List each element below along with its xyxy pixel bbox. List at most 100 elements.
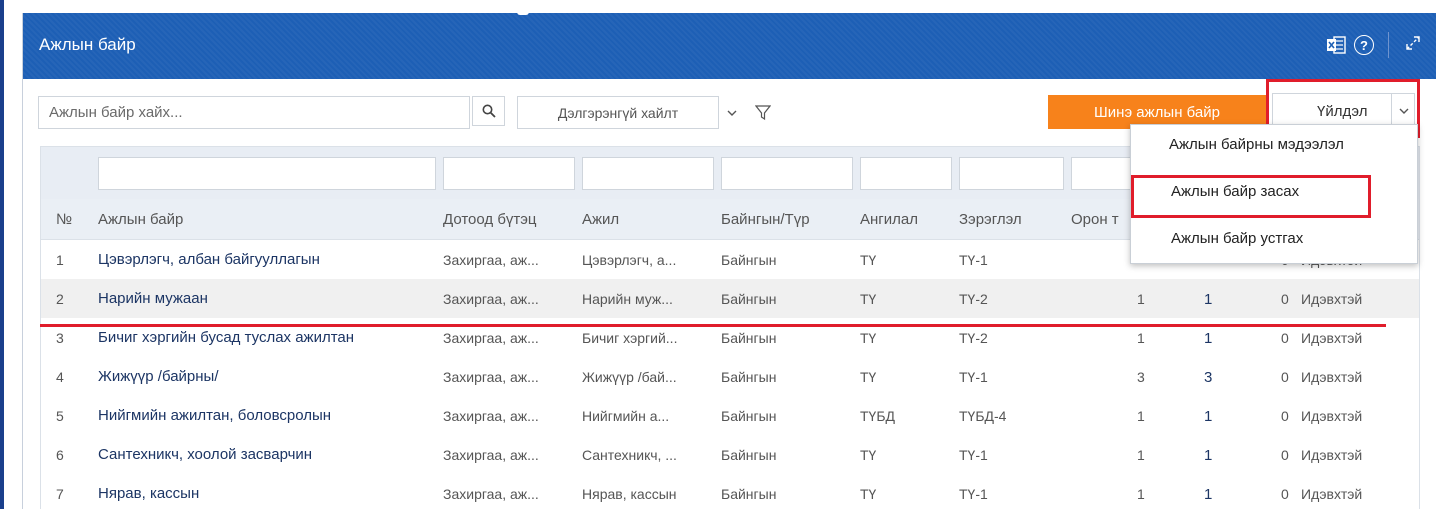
selected-row-underline [40,324,1386,327]
excel-export-icon[interactable] [1326,35,1346,55]
row-job: Сантехникч, ... [582,447,677,463]
search-icon [482,104,496,118]
row-status: Идэвхтэй [1301,408,1363,424]
row-filled: 1 [1204,330,1213,347]
menu-item-info[interactable]: Ажлын байрны мэдээлэл [1131,125,1417,165]
row-number: 1 [56,252,64,268]
row-level: ТҮ-1 [959,252,988,268]
row-type: Байнгын [721,330,777,346]
row-job: Нийгмийн а... [582,408,670,424]
help-icon[interactable]: ? [1354,35,1374,55]
row-status: Идэвхтэй [1301,369,1363,385]
job-search-input[interactable] [38,96,470,129]
table-row[interactable]: 4 Жижүүр /байрны/Захиргаа, аж... Жижүүр /б… [41,357,1419,397]
row-type: Байнгын [721,486,777,502]
row-unit: Захиргаа, аж... [443,408,539,424]
row-unit: Захиргаа, аж... [443,330,539,346]
row-positions: 1 [1137,330,1145,346]
row-level: ТҮ-2 [959,330,988,346]
table-row[interactable]: 2 Нарийн мужаан Захиргаа, аж... Нарийн муж.… [41,279,1419,319]
row-type: Байнгын [721,369,777,385]
search-button[interactable] [472,96,505,126]
col-type[interactable]: Байнгын/Түр [721,211,810,228]
row-positions: 1 [1137,291,1145,307]
row-vacant: 0 [1281,486,1289,502]
row-job: Нярав, кассын [582,486,677,502]
titlebar-icons: ? [1326,32,1423,58]
col-job-position[interactable]: Ажлын байр [98,211,183,228]
row-type: Байнгын [721,291,777,307]
row-job-name[interactable]: Нярав, кассын [98,485,438,502]
row-filled: 3 [1204,369,1213,386]
filter-name[interactable] [98,157,436,190]
advanced-search-button[interactable]: Дэлгэрэнгүй хайлт [517,96,719,129]
row-number: 5 [56,408,64,424]
menu-item-delete[interactable]: Ажлын байр устгах [1131,219,1417,259]
row-unit: Захиргаа, аж... [443,447,539,463]
row-category: ТҮБД [860,408,896,424]
row-status: Идэвхтэй [1301,330,1363,346]
app-frame: Ажлын байр ? Дэлгэрэнгүй хайлт [0,0,1436,509]
row-filled: 1 [1204,408,1213,425]
row-job-name[interactable]: Цэвэрлэгч, албан байгууллагын [98,251,438,268]
window-title: Ажлын байр [39,35,136,54]
row-unit: Захиргаа, аж... [443,291,539,307]
row-type: Байнгын [721,252,777,268]
window-titlebar: Ажлын байр ? [23,13,1436,79]
filter-category[interactable] [860,157,952,190]
col-job[interactable]: Ажил [582,211,619,228]
chevron-down-icon [727,110,737,116]
row-job-name[interactable]: Жижүүр /байрны/ [98,368,438,385]
row-number: 3 [56,330,64,346]
top-notch [517,9,529,15]
table-row[interactable]: 6 Сантехникч, хоолой засварчин Захиргаа, а… [41,435,1419,475]
row-category: ТҮ [860,330,877,346]
filter-button[interactable] [743,96,783,129]
col-category[interactable]: Ангилал [860,211,918,228]
filter-level[interactable] [959,157,1064,190]
left-edge-strip [0,0,4,509]
row-unit: Захиргаа, аж... [443,369,539,385]
filter-unit[interactable] [443,157,575,190]
row-vacant: 0 [1281,408,1289,424]
edit-highlight-box [1131,175,1371,218]
row-unit: Захиргаа, аж... [443,486,539,502]
col-number[interactable]: № [56,211,72,228]
table-row[interactable]: 5 Нийгмийн ажилтан, боловсролын Захиргаа, … [41,396,1419,436]
row-job-name[interactable]: Сантехникч, хоолой засварчин [98,446,438,463]
col-positions[interactable]: Орон т [1071,211,1119,228]
row-number: 2 [56,291,64,307]
row-level: ТҮ-1 [959,447,988,463]
row-number: 6 [56,447,64,463]
row-positions: 1 [1137,447,1145,463]
row-vacant: 0 [1281,447,1289,463]
row-status: Идэвхтэй [1301,447,1363,463]
filter-job[interactable] [582,157,714,190]
row-category: ТҮ [860,252,877,268]
row-positions: 3 [1137,369,1145,385]
row-type: Байнгын [721,447,777,463]
row-job-name[interactable]: Бичиг хэргийн бусад туслах ажилтан [98,329,438,346]
row-number: 7 [56,486,64,502]
row-job-name[interactable]: Нийгмийн ажилтан, боловсролын [98,407,438,424]
row-level: ТҮ-1 [959,486,988,502]
row-category: ТҮ [860,291,877,307]
col-level[interactable]: Зэрэглэл [959,211,1022,228]
row-positions: 1 [1137,408,1145,424]
row-filled: 1 [1204,291,1213,308]
row-job: Цэвэрлэгч, а... [582,252,677,268]
row-level: ТҮ-2 [959,291,988,307]
row-job-name[interactable]: Нарийн мужаан [98,290,438,307]
row-filled: 1 [1204,447,1213,464]
row-type: Байнгын [721,408,777,424]
expand-icon[interactable] [1403,33,1423,58]
row-job: Бичиг хэргий... [582,330,678,346]
advanced-search-dropdown[interactable] [722,96,742,129]
col-internal-unit[interactable]: Дотоод бүтэц [443,211,537,228]
filter-type[interactable] [721,157,853,190]
row-unit: Захиргаа, аж... [443,252,539,268]
row-category: ТҮ [860,447,877,463]
row-status: Идэвхтэй [1301,486,1363,502]
titlebar-divider [1388,32,1389,58]
table-row[interactable]: 7 Нярав, кассын Захиргаа, аж... Нярав, касс… [41,474,1419,509]
